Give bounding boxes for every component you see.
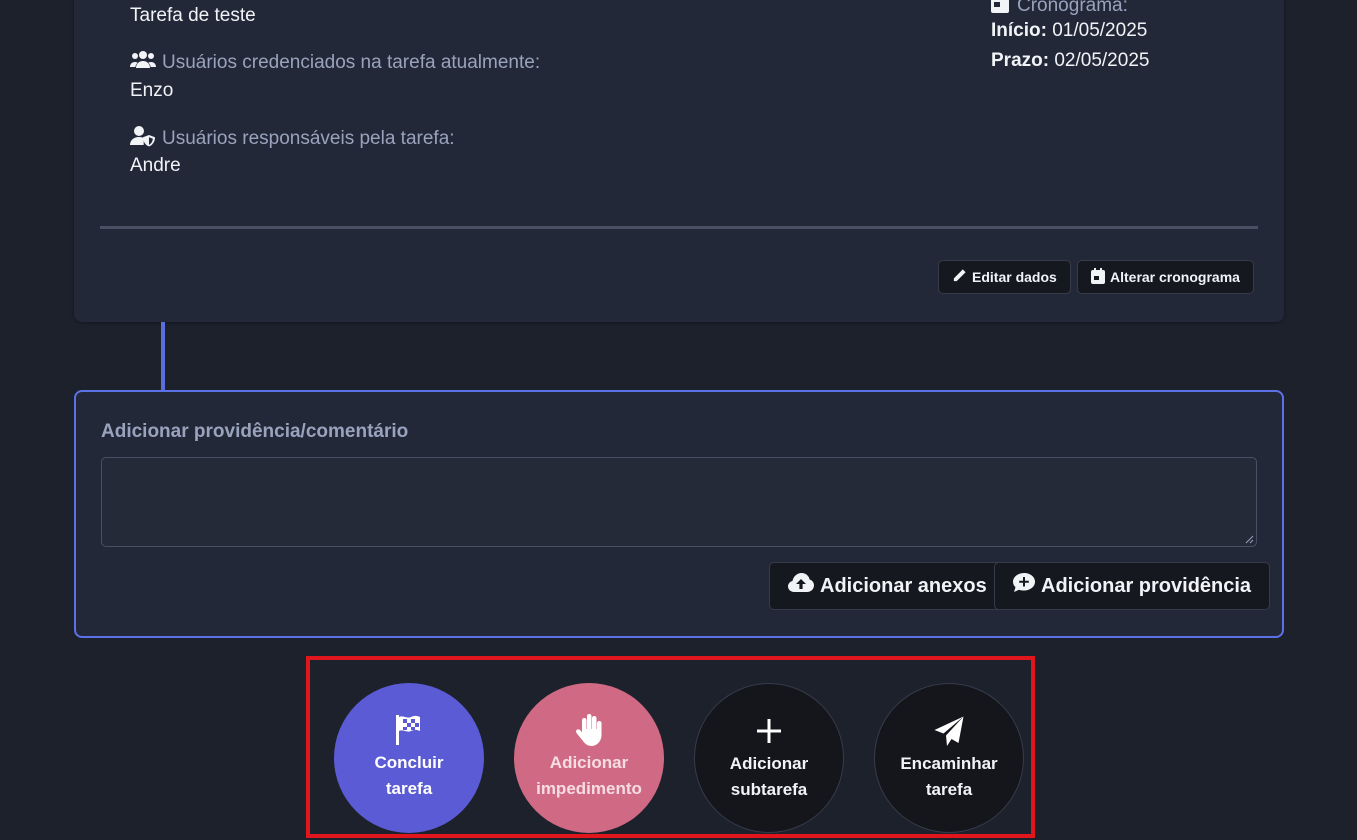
calendar-icon bbox=[991, 0, 1009, 19]
forward-task-line1: Encaminhar bbox=[900, 754, 998, 773]
add-subtask-line2: subtarefa bbox=[730, 780, 808, 799]
calendar-edit-icon bbox=[1091, 267, 1105, 287]
checkered-flag-icon bbox=[396, 714, 422, 746]
add-subtask-line1: Adicionar bbox=[729, 754, 809, 773]
pencil-icon bbox=[952, 268, 967, 286]
edit-data-label: Editar dados bbox=[972, 269, 1057, 285]
credentialed-users-label: Usuários credenciados na tarefa atualmen… bbox=[130, 50, 540, 76]
start-value: 01/05/2025 bbox=[1052, 20, 1148, 41]
add-providence-button[interactable]: Adicionar providência bbox=[994, 562, 1271, 610]
add-impediment-button[interactable]: Adicionar impedimento bbox=[514, 683, 664, 833]
comment-plus-icon bbox=[1013, 573, 1035, 599]
deadline-value: 02/05/2025 bbox=[1054, 50, 1150, 71]
complete-task-line1: Concluir bbox=[374, 753, 444, 772]
responsible-users-label-text: Usuários responsáveis pela tarefa: bbox=[162, 128, 455, 149]
schedule-label: Cronograma: bbox=[991, 0, 1128, 19]
timeline-connector bbox=[161, 322, 165, 390]
complete-task-button[interactable]: Concluir tarefa bbox=[334, 683, 484, 833]
comment-textarea[interactable] bbox=[101, 457, 1257, 547]
add-impediment-line1: Adicionar bbox=[549, 753, 629, 772]
forward-task-line2: tarefa bbox=[925, 780, 973, 799]
forward-task-button[interactable]: Encaminhar tarefa bbox=[874, 683, 1024, 833]
deadline-label: Prazo: bbox=[991, 50, 1050, 71]
edit-data-button[interactable]: Editar dados bbox=[938, 260, 1071, 294]
responsible-users-label: Usuários responsáveis pela tarefa: bbox=[130, 125, 455, 153]
responsible-users-value: Andre bbox=[130, 155, 181, 176]
add-attachments-label: Adicionar anexos bbox=[820, 574, 987, 597]
paper-plane-icon bbox=[934, 715, 964, 747]
change-schedule-label: Alterar cronograma bbox=[1110, 269, 1240, 285]
divider bbox=[100, 226, 1258, 229]
plus-icon bbox=[757, 715, 781, 747]
users-icon bbox=[130, 50, 156, 76]
schedule-deadline: Prazo: 02/05/2025 bbox=[991, 50, 1149, 72]
credentialed-users-label-text: Usuários credenciados na tarefa atualmen… bbox=[162, 52, 541, 73]
schedule-label-text: Cronograma: bbox=[1017, 0, 1128, 16]
credentialed-users-value: Enzo bbox=[130, 80, 174, 101]
start-label: Início: bbox=[991, 20, 1047, 41]
cloud-upload-icon bbox=[788, 573, 814, 599]
schedule-start: Início: 01/05/2025 bbox=[991, 20, 1147, 42]
add-impediment-line2: impedimento bbox=[536, 779, 642, 798]
add-subtask-button[interactable]: Adicionar subtarefa bbox=[694, 683, 844, 833]
add-attachments-button[interactable]: Adicionar anexos bbox=[769, 562, 1006, 610]
complete-task-line2: tarefa bbox=[385, 779, 433, 798]
add-providence-label: Adicionar providência bbox=[1041, 574, 1252, 597]
user-shield-icon bbox=[130, 125, 156, 153]
hand-icon bbox=[574, 714, 604, 746]
comment-label: Adicionar providência/comentário bbox=[101, 421, 409, 442]
change-schedule-button[interactable]: Alterar cronograma bbox=[1077, 260, 1254, 294]
task-title: Tarefa de teste bbox=[130, 5, 256, 26]
resize-grip-icon[interactable] bbox=[1244, 534, 1254, 544]
